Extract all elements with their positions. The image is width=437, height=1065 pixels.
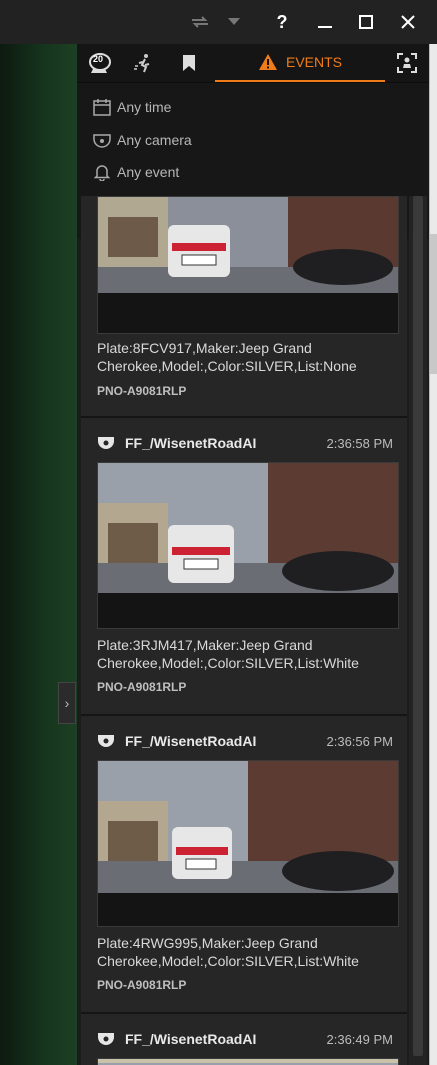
event-plate-id: PNO-A9081RLP — [97, 978, 187, 992]
dome-camera-icon — [98, 1033, 114, 1045]
filter-camera[interactable]: Any camera — [93, 126, 192, 154]
tab-objects[interactable]: 20 — [83, 44, 117, 82]
event-thumbnail[interactable] — [97, 196, 399, 334]
bookmark-icon — [183, 55, 195, 71]
outer-scrollbar-thumb[interactable] — [430, 234, 437, 374]
event-list-scrollbar[interactable] — [409, 196, 427, 1065]
person-frame-icon — [397, 53, 417, 73]
tab-person-search[interactable] — [389, 44, 425, 82]
warning-icon — [258, 54, 277, 70]
event-header: FF_/WisenetRoadAI 2:36:58 PM — [97, 432, 401, 454]
event-description: Plate:3RJM417,Maker:Jeep Grand Cherokee,… — [97, 637, 359, 671]
event-list-scrollbar-thumb[interactable] — [413, 196, 423, 1056]
close-button[interactable] — [388, 0, 428, 44]
chevron-down-icon[interactable] — [222, 0, 246, 44]
filter-event[interactable]: Any event — [93, 158, 179, 186]
event-card[interactable]: Plate:8FCV917,Maker:Jeep Grand Cherokee,… — [81, 196, 407, 418]
event-card[interactable]: FF_/WisenetRoadAI 2:36:58 PM Plate:3RJM4… — [81, 418, 407, 716]
motion-icon — [134, 54, 150, 73]
tab-motion[interactable] — [123, 44, 163, 82]
filter-camera-label: Any camera — [117, 132, 192, 148]
event-card[interactable]: FF_/WisenetRoadAI 2:36:49 PM — [81, 1014, 407, 1065]
object-count-badge: 20 — [93, 54, 104, 64]
event-plate-id: PNO-A9081RLP — [97, 384, 187, 398]
filter-time[interactable]: Any time — [93, 93, 171, 121]
event-camera-name: FF_/WisenetRoadAI — [125, 733, 257, 749]
event-description: Plate:8FCV917,Maker:Jeep Grand Cherokee,… — [97, 340, 357, 374]
dome-camera-icon — [93, 134, 111, 148]
chevron-right-icon: › — [64, 695, 70, 711]
event-time: 2:36:58 PM — [326, 435, 394, 451]
event-plate-id: PNO-A9081RLP — [97, 680, 187, 694]
refresh-icon[interactable] — [178, 0, 222, 44]
dome-camera-icon — [98, 437, 114, 449]
filter-event-label: Any event — [117, 164, 180, 180]
maximize-button[interactable] — [346, 0, 386, 44]
event-thumbnail[interactable] — [97, 462, 399, 629]
collapse-panel-handle[interactable]: › — [58, 682, 76, 724]
tab-events-label: EVENTS — [285, 54, 342, 70]
window-titlebar: ? — [0, 0, 437, 45]
bell-icon — [93, 165, 111, 181]
help-button[interactable]: ? — [262, 0, 302, 44]
events-panel: 20 EVENTS Any time Any camera Any event … — [77, 44, 429, 1065]
event-thumbnail[interactable] — [97, 1058, 399, 1065]
event-time: 2:36:49 PM — [326, 1031, 394, 1047]
event-list[interactable]: Plate:8FCV917,Maker:Jeep Grand Cherokee,… — [77, 196, 409, 1065]
tab-bookmarks[interactable] — [169, 44, 209, 82]
event-camera-name: FF_/WisenetRoadAI — [125, 1031, 257, 1047]
event-header: FF_/WisenetRoadAI 2:36:56 PM — [97, 730, 401, 752]
event-description: Plate:4RWG995,Maker:Jeep Grand Cherokee,… — [97, 935, 359, 969]
video-background — [0, 44, 77, 1065]
calendar-icon — [93, 99, 111, 116]
event-card[interactable]: FF_/WisenetRoadAI 2:36:56 PM Plate:4RWG9… — [81, 716, 407, 1014]
dome-camera-icon — [98, 735, 114, 747]
event-thumbnail[interactable] — [97, 760, 399, 927]
outer-scrollbar[interactable] — [429, 44, 437, 1065]
panel-tabs: 20 EVENTS — [77, 44, 429, 83]
event-camera-name: FF_/WisenetRoadAI — [125, 435, 257, 451]
event-time: 2:36:56 PM — [326, 733, 394, 749]
tab-events[interactable]: EVENTS — [215, 44, 385, 82]
filter-time-label: Any time — [117, 99, 172, 115]
event-header: FF_/WisenetRoadAI 2:36:49 PM — [97, 1028, 401, 1050]
minimize-button[interactable] — [305, 0, 345, 44]
